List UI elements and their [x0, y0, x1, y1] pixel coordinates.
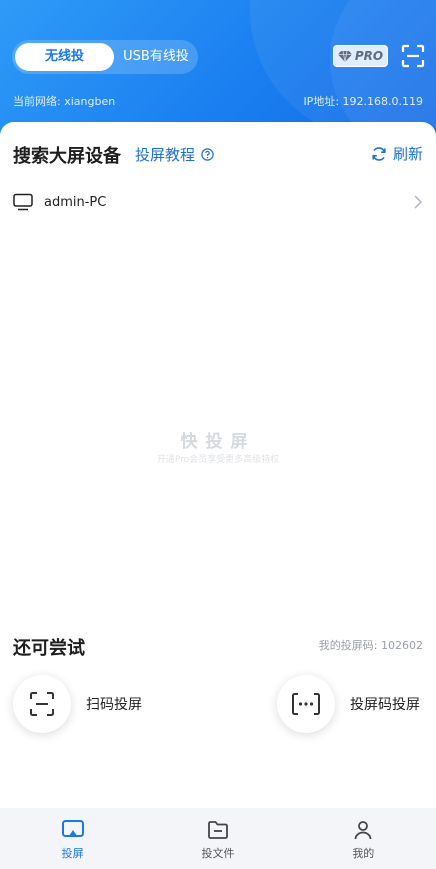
ip-address: IP地址: 192.168.0.119	[303, 95, 423, 108]
tab-cast[interactable]: 投屏	[0, 808, 145, 869]
tab-wireless-cast[interactable]: 无线投	[15, 43, 114, 71]
scan-cast-button[interactable]	[13, 675, 71, 733]
code-input-icon	[292, 693, 320, 715]
device-panel: 搜索大屏设备 投屏教程 刷新 admin-PC 快投屏 开通Pro会员享受更多高…	[0, 122, 436, 812]
empty-state-subtitle: 开通Pro会员享受更多高级特权	[156, 455, 280, 465]
connection-mode-switch: 无线投 USB有线投	[12, 40, 198, 74]
chevron-right-icon	[414, 195, 423, 209]
folder-icon	[208, 821, 228, 839]
cast-tutorial-link[interactable]: 投屏教程	[135, 144, 214, 165]
scan-icon[interactable]	[401, 44, 425, 68]
refresh-label: 刷新	[392, 145, 423, 163]
tab-cast-label: 投屏	[61, 847, 84, 860]
diamond-icon	[337, 50, 352, 62]
tab-cast-file-label: 投文件	[201, 847, 235, 860]
code-cast-label: 投屏码投屏	[350, 697, 420, 713]
my-cast-code: 我的投屏码: 102602	[318, 639, 423, 652]
device-item[interactable]: admin-PC	[0, 184, 436, 220]
help-icon	[201, 148, 214, 161]
section-title-search-devices: 搜索大屏设备	[13, 146, 121, 167]
monitor-icon	[13, 193, 33, 211]
refresh-icon	[372, 146, 386, 161]
bottom-tab-bar: 投屏 投文件 我的	[0, 808, 436, 869]
refresh-button[interactable]: 刷新	[371, 143, 423, 164]
tab-cast-file[interactable]: 投文件	[145, 808, 290, 869]
current-network: 当前网络: xiangben	[13, 95, 116, 108]
tab-profile[interactable]: 我的	[291, 808, 436, 869]
tab-usb-cast[interactable]: USB有线投	[116, 43, 196, 71]
section-title-try: 还可尝试	[13, 638, 85, 659]
scan-icon	[30, 692, 54, 716]
tab-profile-label: 我的	[352, 847, 375, 860]
scan-cast-option[interactable]: 扫码投屏	[13, 675, 142, 733]
pro-badge[interactable]: PRO	[333, 45, 388, 67]
device-name: admin-PC	[44, 194, 107, 210]
code-cast-button[interactable]	[277, 675, 335, 733]
pro-badge-label: PRO	[354, 49, 384, 63]
scan-cast-label: 扫码投屏	[86, 697, 142, 713]
user-icon	[354, 821, 372, 840]
empty-state-brand: 快投屏	[180, 432, 256, 452]
tutorial-label: 投屏教程	[135, 146, 196, 164]
code-cast-option[interactable]: 投屏码投屏	[277, 675, 420, 733]
cast-icon	[61, 820, 84, 837]
